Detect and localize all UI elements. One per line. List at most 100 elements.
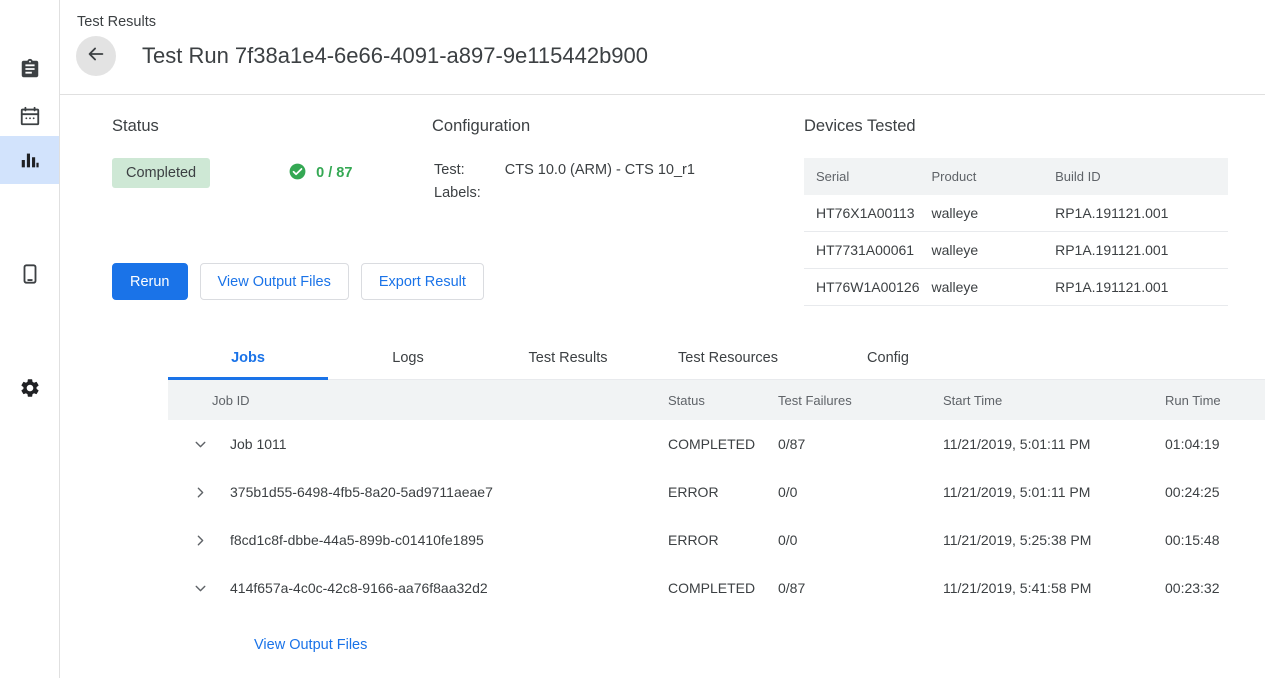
table-row[interactable]: Job 1011 COMPLETED 0/87 11/21/2019, 5:01…: [168, 420, 1265, 468]
devices-header-row: Serial Product Build ID: [804, 158, 1228, 195]
main-content: Test Results Test Run 7f38a1e4-6e66-4091…: [60, 0, 1265, 678]
pass-count-label: 0 / 87: [316, 165, 352, 181]
device-build: RP1A.191121.001: [1043, 195, 1228, 232]
chevron-right-icon[interactable]: [188, 528, 212, 552]
job-status: COMPLETED: [668, 580, 778, 596]
calendar-icon: [19, 105, 41, 127]
table-row: HT76W1A00126 walleye RP1A.191121.001: [804, 269, 1228, 306]
job-start-time: 11/21/2019, 5:41:58 PM: [943, 580, 1165, 596]
job-id-label: Job 1011: [230, 436, 287, 452]
job-id-cell: 414f657a-4c0c-42c8-9166-aa76f8aa32d2: [168, 576, 668, 600]
jobs-col-start: Start Time: [943, 393, 1165, 408]
jobs-table-header: Job ID Status Test Failures Start Time R…: [168, 380, 1265, 420]
configuration-panel: Configuration Test: CTS 10.0 (ARM) - CTS…: [432, 117, 804, 306]
sidebar-item-devices[interactable]: [0, 250, 59, 298]
jobs-col-runtime: Run Time: [1165, 393, 1265, 408]
job-id-label: 375b1d55-6498-4fb5-8a20-5ad9711aeae7: [230, 484, 493, 500]
title-row: Test Run 7f38a1e4-6e66-4091-a897-9e11544…: [76, 36, 1265, 76]
chevron-down-icon[interactable]: [188, 432, 212, 456]
back-button[interactable]: [76, 36, 116, 76]
sidebar-item-test-results[interactable]: [0, 136, 59, 184]
page-header: Test Results Test Run 7f38a1e4-6e66-4091…: [60, 0, 1265, 95]
job-status: ERROR: [668, 484, 778, 500]
status-badge: Completed: [112, 158, 210, 188]
status-line: Completed 0 / 87: [112, 158, 432, 188]
devices-panel: Devices Tested Serial Product Build ID H…: [804, 117, 1265, 306]
device-product: walleye: [920, 232, 1044, 269]
configuration-section-title: Configuration: [432, 117, 804, 136]
sidebar-item-settings[interactable]: [0, 364, 59, 412]
configuration-table: Test: CTS 10.0 (ARM) - CTS 10_r1 Labels:: [432, 158, 697, 206]
config-row-test: Test: CTS 10.0 (ARM) - CTS 10_r1: [434, 160, 695, 181]
job-id-label: f8cd1c8f-dbbe-44a5-899b-c01410fe1895: [230, 532, 484, 548]
tab-test-results[interactable]: Test Results: [488, 337, 648, 379]
phone-icon: [19, 263, 41, 285]
gear-icon: [19, 377, 41, 399]
view-output-files-link[interactable]: View Output Files: [168, 612, 1265, 653]
device-build: RP1A.191121.001: [1043, 269, 1228, 306]
job-failures: 0/0: [778, 532, 943, 548]
config-key-test: Test:: [434, 160, 503, 181]
rerun-button[interactable]: Rerun: [112, 263, 188, 300]
table-row[interactable]: 414f657a-4c0c-42c8-9166-aa76f8aa32d2 COM…: [168, 564, 1265, 612]
breadcrumb: Test Results: [77, 14, 1265, 30]
table-row: HT76X1A00113 walleye RP1A.191121.001: [804, 195, 1228, 232]
job-status: ERROR: [668, 532, 778, 548]
job-run-time: 01:04:19: [1165, 436, 1265, 452]
devices-col-product: Product: [920, 158, 1044, 195]
tab-logs[interactable]: Logs: [328, 337, 488, 379]
view-output-files-button[interactable]: View Output Files: [200, 263, 349, 300]
sidebar: [0, 0, 60, 678]
devices-section-title: Devices Tested: [804, 117, 1228, 136]
device-serial: HT76X1A00113: [804, 195, 920, 232]
table-row[interactable]: f8cd1c8f-dbbe-44a5-899b-c01410fe1895 ERR…: [168, 516, 1265, 564]
job-id-cell: Job 1011: [168, 432, 668, 456]
tab-config[interactable]: Config: [808, 337, 968, 379]
tab-bar: Jobs Logs Test Results Test Resources Co…: [168, 337, 1265, 380]
devices-col-serial: Serial: [804, 158, 920, 195]
sidebar-item-test-plans[interactable]: [0, 92, 59, 140]
pass-count: 0 / 87: [288, 162, 352, 185]
device-product: walleye: [920, 195, 1044, 232]
devices-table: Serial Product Build ID HT76X1A00113 wal…: [804, 158, 1228, 306]
job-run-time: 00:15:48: [1165, 532, 1265, 548]
table-row[interactable]: 375b1d55-6498-4fb5-8a20-5ad9711aeae7 ERR…: [168, 468, 1265, 516]
config-value-test: CTS 10.0 (ARM) - CTS 10_r1: [505, 160, 695, 181]
tab-jobs[interactable]: Jobs: [168, 337, 328, 379]
config-value-labels: [505, 183, 695, 204]
check-circle-icon: [288, 162, 316, 185]
job-start-time: 11/21/2019, 5:01:11 PM: [943, 436, 1165, 452]
job-id-label: 414f657a-4c0c-42c8-9166-aa76f8aa32d2: [230, 580, 488, 596]
device-serial: HT76W1A00126: [804, 269, 920, 306]
device-serial: HT7731A00061: [804, 232, 920, 269]
action-buttons: Rerun View Output Files Export Result: [112, 243, 432, 300]
summary-section: Status Completed 0 / 87 Reru: [60, 95, 1265, 306]
job-failures: 0/0: [778, 484, 943, 500]
chevron-down-icon[interactable]: [188, 576, 212, 600]
devices-table-head: Serial Product Build ID: [804, 158, 1228, 195]
page-title: Test Run 7f38a1e4-6e66-4091-a897-9e11544…: [142, 43, 648, 69]
job-failures: 0/87: [778, 580, 943, 596]
job-status: COMPLETED: [668, 436, 778, 452]
status-panel: Status Completed 0 / 87 Reru: [60, 117, 432, 306]
devices-col-build: Build ID: [1043, 158, 1228, 195]
table-row: HT7731A00061 walleye RP1A.191121.001: [804, 232, 1228, 269]
sidebar-item-test-suites[interactable]: [0, 45, 59, 93]
jobs-table: Job ID Status Test Failures Start Time R…: [168, 380, 1265, 653]
bar-chart-icon: [19, 149, 41, 171]
job-id-cell: f8cd1c8f-dbbe-44a5-899b-c01410fe1895: [168, 528, 668, 552]
job-run-time: 00:23:32: [1165, 580, 1265, 596]
app-root: Test Results Test Run 7f38a1e4-6e66-4091…: [0, 0, 1265, 678]
jobs-col-failures: Test Failures: [778, 393, 943, 408]
job-run-time: 00:24:25: [1165, 484, 1265, 500]
jobs-col-status: Status: [668, 393, 778, 408]
arrow-left-icon: [85, 43, 107, 70]
clipboard-icon: [19, 58, 41, 80]
devices-table-body: HT76X1A00113 walleye RP1A.191121.001 HT7…: [804, 195, 1228, 306]
job-start-time: 11/21/2019, 5:01:11 PM: [943, 484, 1165, 500]
tab-test-resources[interactable]: Test Resources: [648, 337, 808, 379]
job-failures: 0/87: [778, 436, 943, 452]
config-key-labels: Labels:: [434, 183, 503, 204]
chevron-right-icon[interactable]: [188, 480, 212, 504]
config-row-labels: Labels:: [434, 183, 695, 204]
